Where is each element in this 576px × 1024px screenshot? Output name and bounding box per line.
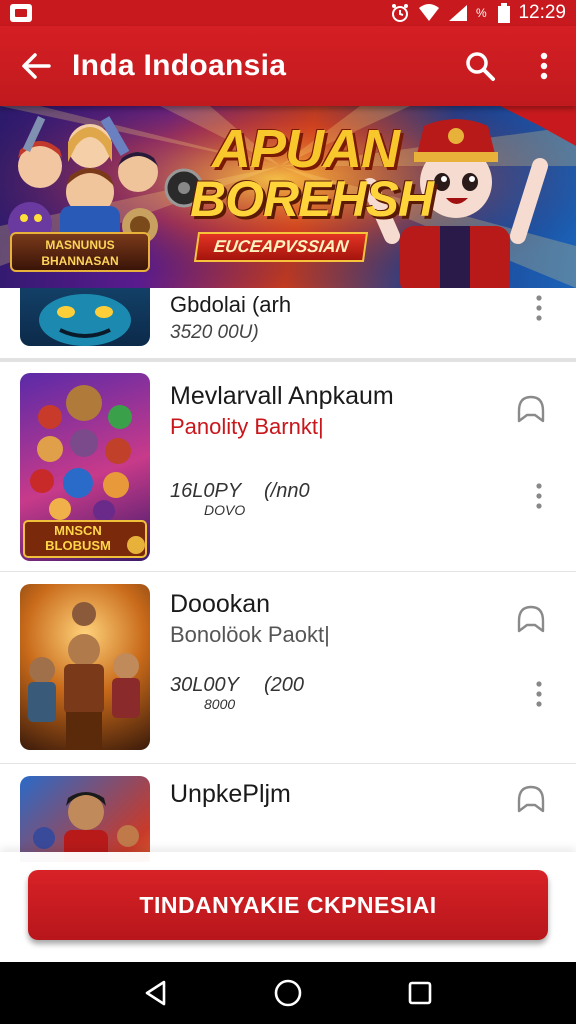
item-thumbnail (20, 584, 150, 750)
promo-banner[interactable]: APUAN BOREHSH EUCEAPVSSIAN MASNUNUS BHAN… (0, 106, 576, 288)
item-title: UnpkePljm (170, 780, 291, 808)
item-meta-primary: 30L00Y (170, 674, 239, 696)
list-item[interactable]: MNSCN BLOBUSM Mevlarvall Anpkaum Panolit… (0, 362, 576, 572)
item-title: Doookan (170, 590, 271, 618)
list-item[interactable]: Doookan Bonolöok Paokt| 30L00Y (200 8000 (0, 572, 576, 764)
item-thumbnail: MNSCN BLOBUSM (20, 373, 150, 561)
notification-app-icon (10, 4, 32, 22)
more-vert-icon (536, 295, 542, 321)
nav-back-button[interactable] (126, 962, 186, 1024)
bookmark-button[interactable] (512, 780, 550, 818)
nav-home-button[interactable] (258, 962, 318, 1024)
item-more-button[interactable] (524, 674, 554, 714)
bookmark-button[interactable] (512, 600, 550, 638)
item-thumbnail (20, 288, 150, 346)
thumb-logo-text: MNSCN BLOBUSM (45, 523, 111, 553)
triangle-back-icon (145, 980, 166, 1006)
item-meta: 3520 00U) (170, 322, 259, 343)
system-nav-bar (0, 962, 576, 1024)
item-meta-small: 8000 (204, 696, 236, 712)
app-list: Gbdolai (arh 3520 00U) MNSCN BLOBUSM Mev… (0, 288, 576, 862)
app-toolbar: Inda Indoansia (0, 26, 576, 106)
more-vert-icon (536, 681, 542, 707)
arrow-left-icon (22, 53, 51, 79)
search-icon (466, 52, 495, 81)
bookmark-button[interactable] (512, 390, 550, 428)
signal-icon (448, 4, 468, 22)
item-subtitle: Panolity Barnkt| (170, 414, 324, 439)
banner-left-logo: MASNUNUS BHANNASAN (10, 232, 150, 272)
more-vert-icon (540, 52, 548, 80)
bookmark-icon (517, 785, 545, 813)
nav-recents-button[interactable] (390, 962, 450, 1024)
search-button[interactable] (448, 26, 512, 106)
more-vert-icon (536, 483, 542, 509)
battery-percent-icon: % (476, 4, 490, 22)
bookmark-icon (517, 395, 545, 423)
banner-title-line2: BOREHSH (190, 171, 434, 227)
svg-text:%: % (476, 6, 487, 20)
bookmark-icon (517, 605, 545, 633)
item-more-button[interactable] (524, 476, 554, 516)
battery-icon (498, 3, 511, 23)
app-screen: % 12:29 Inda Indoansia APUAN BOREHSH EUC… (0, 0, 576, 1024)
list-item[interactable]: Gbdolai (arh 3520 00U) (0, 288, 576, 360)
banner-subtitle: EUCEAPVSSIAN (193, 232, 369, 262)
item-meta-secondary: (/nn0 (264, 480, 310, 502)
status-bar: % 12:29 (0, 0, 576, 26)
list-item[interactable]: UnpkePljm (0, 764, 576, 862)
square-recents-icon (408, 981, 432, 1005)
item-title: Mevlarvall Anpkaum (170, 382, 394, 410)
item-meta-small: DOVO (204, 502, 246, 518)
alarm-icon (390, 3, 410, 23)
circle-home-icon (274, 979, 302, 1007)
bottom-action-area: TINDANYAKIE CKPNESIAI (0, 852, 576, 962)
item-subtitle: Bonolöok Paokt| (170, 622, 330, 647)
toolbar-title: Inda Indoansia (72, 49, 287, 82)
overflow-menu-button[interactable] (512, 26, 576, 106)
primary-action-button[interactable]: TINDANYAKIE CKPNESIAI (28, 870, 548, 940)
item-title: Gbdolai (arh (170, 292, 292, 317)
item-meta-secondary: (200 (264, 674, 305, 696)
back-button[interactable] (0, 26, 72, 106)
item-meta-primary: 16L0PY (170, 480, 242, 502)
wifi-icon (418, 4, 440, 22)
status-time: 12:29 (518, 2, 566, 23)
item-more-button[interactable] (524, 288, 554, 328)
item-thumbnail (20, 776, 150, 862)
